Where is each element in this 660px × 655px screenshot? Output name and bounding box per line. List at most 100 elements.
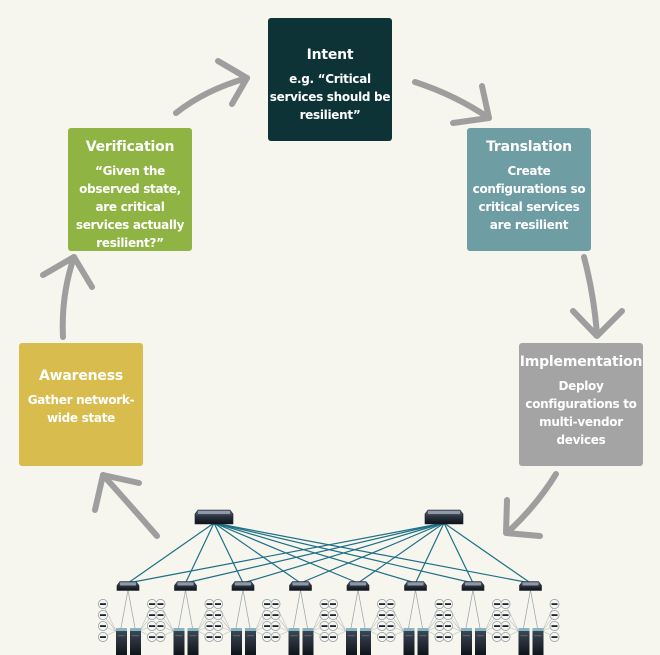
endpoint-icon [319, 599, 330, 609]
access-link [178, 589, 186, 629]
stage-description: Gather network-wide state [27, 393, 135, 425]
endpoint-icon [549, 621, 560, 631]
endpoint-icon [270, 599, 281, 609]
endpoint-icon [155, 621, 166, 631]
endpoint-icon [328, 621, 338, 631]
endpoint-icon [385, 599, 396, 609]
access-link [465, 589, 474, 629]
endpoint-icon [147, 621, 157, 631]
stage-translation: Translation Create configurations so cri… [467, 128, 591, 251]
endpoint-icon [270, 621, 281, 631]
endpoint-icon [319, 610, 330, 620]
fabric-link [127, 522, 445, 584]
spine-switch-icon [424, 509, 464, 525]
endpoint-icon [270, 610, 281, 620]
endpoint-icon [319, 632, 330, 642]
endpoint-icon [328, 632, 338, 642]
stage-verification: Verification “Given the observed state, … [68, 128, 192, 251]
server-icon [173, 628, 185, 655]
server-icon [403, 628, 415, 655]
access-link [242, 589, 251, 629]
server-icon [417, 628, 429, 655]
endpoint-icon [204, 621, 215, 631]
stage-title: Verification [85, 139, 175, 155]
endpoint-icon [262, 632, 272, 642]
endpoint-icon [147, 632, 157, 642]
endpoint-icon [500, 610, 511, 620]
stage-awareness: Awareness Gather network-wide state [19, 343, 143, 466]
fabric-link [242, 522, 445, 584]
endpoint-icon [98, 610, 108, 620]
stage-description: Deploy configurations to multi-vendor de… [525, 379, 637, 447]
endpoint-icon [443, 632, 453, 642]
access-link [127, 589, 136, 629]
stage-description: “Given the observed state, are critical … [75, 164, 185, 250]
endpoint-icon [262, 599, 272, 609]
server-icon [288, 628, 300, 655]
endpoint-icon [492, 599, 502, 609]
fabric-link [300, 522, 445, 584]
endpoint-icon [500, 621, 511, 631]
access-link [300, 589, 308, 629]
server-icon [518, 628, 530, 655]
endpoint-icon [549, 610, 560, 620]
fabric-link [184, 522, 215, 584]
endpoint-icon [500, 599, 511, 609]
endpoint-icon [549, 599, 560, 609]
server-icon [346, 628, 357, 655]
stage-description: e.g. “Critical services should be resili… [269, 72, 391, 122]
endpoint-icon [155, 632, 166, 642]
endpoint-icon [262, 621, 272, 631]
endpoint-icon [270, 632, 281, 642]
access-link [408, 589, 416, 629]
endpoint-icon [434, 599, 445, 609]
endpoint-icon [377, 610, 387, 620]
fabric-link [443, 522, 531, 584]
stage-intent: Intent e.g. “Critical services should be… [268, 18, 392, 141]
server-icon [461, 628, 472, 655]
fabric-link [127, 522, 215, 584]
server-icon [302, 628, 314, 655]
stage-title: Intent [306, 47, 354, 63]
endpoint-icon [319, 621, 330, 631]
access-link [235, 589, 244, 629]
spine-switch-icon [194, 509, 234, 525]
access-link [415, 589, 423, 629]
access-link [120, 589, 129, 629]
endpoint-icon [434, 621, 445, 631]
server-icon [245, 628, 256, 655]
endpoint-icon [549, 632, 560, 642]
endpoint-icon [434, 610, 445, 620]
endpoint-icon [443, 610, 453, 620]
access-link [357, 589, 366, 629]
access-link [350, 589, 359, 629]
endpoint-icon [213, 599, 223, 609]
endpoint-icon [213, 610, 223, 620]
endpoint-icon [328, 610, 338, 620]
endpoint-icon [213, 632, 223, 642]
endpoint-icon [377, 632, 387, 642]
endpoint-icon [385, 610, 396, 620]
server-icon [130, 628, 141, 655]
endpoint-icon [147, 599, 157, 609]
leaf-switch-icon [346, 581, 370, 591]
fabric-link [443, 522, 474, 584]
endpoint-icon [204, 599, 215, 609]
endpoint-icon [98, 621, 108, 631]
endpoint-icon [262, 610, 272, 620]
endpoint-icon [377, 599, 387, 609]
fabric-link [185, 522, 445, 584]
leaf-switch-icon [519, 581, 542, 591]
endpoint-icon [155, 599, 166, 609]
endpoint-icon [492, 621, 502, 631]
leaf-switch-icon [231, 581, 255, 591]
stage-implementation: Implementation Deploy configurations to … [519, 343, 643, 466]
endpoint-icon [443, 621, 453, 631]
leaf-switch-icon [174, 581, 197, 591]
server-icon [532, 628, 544, 655]
endpoint-icon [377, 621, 387, 631]
server-icon [231, 628, 242, 655]
endpoint-icon [385, 621, 396, 631]
leaf-switch-icon [116, 581, 140, 591]
server-icon [360, 628, 371, 655]
